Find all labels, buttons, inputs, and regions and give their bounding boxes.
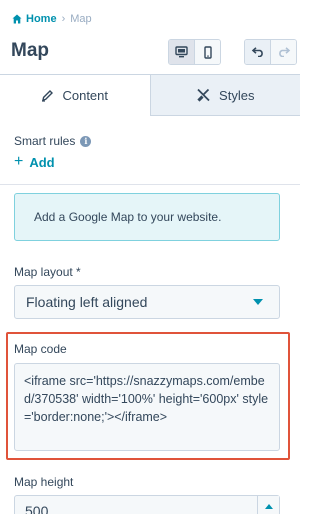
add-smart-rule-label: Add: [29, 154, 55, 170]
map-layout-label: Map layout *: [14, 265, 81, 279]
undo-redo-group: [244, 39, 297, 65]
editor-tabs: Content Styles: [0, 74, 300, 116]
mobile-preview-button[interactable]: [194, 40, 220, 64]
map-layout-select[interactable]: Floating left aligned: [14, 285, 280, 319]
page-title: Map: [11, 40, 49, 61]
map-height-input[interactable]: 500: [14, 495, 280, 514]
tab-content-label: Content: [62, 88, 109, 103]
pencil-icon: [42, 90, 54, 102]
smart-rules-label: Smart rules i: [14, 134, 92, 148]
mobile-icon: [203, 45, 212, 59]
undo-button[interactable]: [245, 40, 270, 64]
tab-styles[interactable]: Styles: [149, 75, 300, 116]
map-code-label: Map code: [14, 342, 67, 356]
module-editor-panel: Home › Map Map Content Styles Smart rule…: [0, 0, 300, 514]
brush-icon: [197, 88, 210, 102]
tab-content[interactable]: Content: [0, 75, 150, 116]
undo-icon: [251, 47, 263, 57]
info-icon[interactable]: i: [80, 135, 92, 147]
add-smart-rule-button[interactable]: + Add: [14, 154, 55, 170]
desktop-icon: [175, 46, 188, 58]
redo-button[interactable]: [270, 40, 296, 64]
breadcrumb: Home › Map: [12, 11, 92, 27]
breadcrumb-home-link[interactable]: Home: [26, 13, 57, 25]
map-layout-value: Floating left aligned: [26, 294, 148, 310]
home-icon: [12, 14, 22, 24]
section-divider: [0, 184, 300, 185]
breadcrumb-current: Map: [70, 13, 92, 25]
caret-down-icon: [253, 299, 263, 305]
breadcrumb-separator: ›: [61, 13, 66, 25]
caret-up-icon: [264, 503, 273, 509]
plus-icon: +: [14, 153, 24, 170]
tab-styles-label: Styles: [219, 87, 255, 103]
redo-icon: [278, 47, 290, 57]
desktop-preview-button[interactable]: [169, 40, 194, 64]
map-code-textarea[interactable]: <iframe src='https://snazzymaps.com/embe…: [14, 363, 280, 451]
callout-text: Add a Google Map to your website.: [34, 210, 222, 224]
map-height-stepper-up[interactable]: [257, 496, 279, 514]
smart-rules-text: Smart rules: [14, 134, 76, 148]
map-height-label: Map height: [14, 475, 74, 489]
info-callout: Add a Google Map to your website.: [14, 193, 280, 241]
device-preview-toggle: [168, 39, 221, 65]
